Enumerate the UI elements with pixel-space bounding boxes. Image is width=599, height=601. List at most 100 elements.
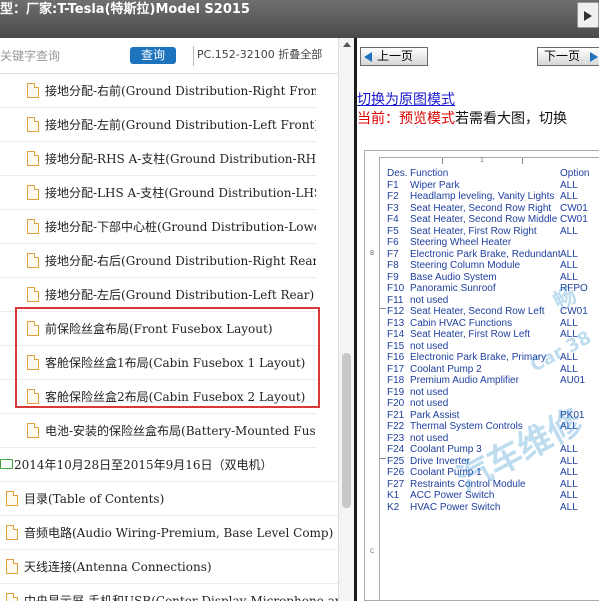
header-option: Option: [560, 168, 590, 179]
file-icon: [6, 593, 18, 601]
switch-original-mode-link[interactable]: 切换为原图模式: [357, 89, 455, 109]
fuse-des: K1: [387, 490, 400, 501]
pager: 上一页 下一页: [357, 47, 599, 67]
search-button[interactable]: 查询: [130, 47, 176, 64]
search-input[interactable]: [0, 46, 120, 66]
fuse-function: Premium Audio Amplifier: [410, 375, 519, 386]
fuse-option: CW01: [560, 202, 588, 214]
file-icon: [6, 525, 18, 540]
fuse-des: F4: [387, 214, 399, 225]
tree-item-label: 中央显示屏-手机和USB(Center Display-Microphone a…: [24, 594, 338, 601]
tree-item[interactable]: 接地分配-LHS A-支柱(Ground Distribution-LHS A): [0, 176, 316, 210]
tree-item[interactable]: 接地分配-右前(Ground Distribution-Right Front): [0, 74, 316, 108]
file-icon: [6, 559, 18, 574]
tree-item-label: 接地分配-RHS A-支柱(Ground Distribution-RHS A): [45, 152, 316, 166]
fuse-function: Seat Heater, Second Row Right: [410, 202, 552, 214]
tree-item[interactable]: 接地分配-RHS A-支柱(Ground Distribution-RHS A): [0, 142, 316, 176]
tree-item-label: 接地分配-右后(Ground Distribution-Right Rear): [45, 254, 316, 268]
file-icon: [6, 491, 18, 506]
collapse-all-link[interactable]: PC.152-32100 折叠全部: [197, 46, 322, 62]
tree-item[interactable]: 2014年10月28日至2015年9月16日（双电机）: [0, 448, 338, 482]
tree-item-label: 目录(Table of Contents): [24, 492, 165, 506]
fuse-row: F8 Steering Column Module ALL: [387, 260, 599, 272]
fuse-function: Seat Heater, First Row Left: [410, 329, 531, 340]
prev-page-label: 上一页: [377, 49, 414, 63]
fuse-des: F13: [387, 317, 405, 329]
file-icon: [27, 253, 39, 268]
scroll-thumb[interactable]: [342, 353, 351, 508]
row-tick: [380, 458, 386, 459]
fuse-option: CW01: [560, 214, 588, 225]
fuse-des: F10: [387, 283, 405, 294]
fuse-function: Base Audio System: [410, 271, 497, 283]
fuse-option: ALL: [560, 179, 578, 191]
search-divider: [193, 46, 194, 66]
mode-status-current: 当前：预览模式: [357, 111, 455, 127]
tree-item[interactable]: 接地分配-左前(Ground Distribution-Left Front): [0, 108, 316, 142]
column-number: 1: [480, 157, 484, 164]
arrow-right-icon: [590, 52, 598, 62]
fuse-row: F3 Seat Heater, Second Row Right CW01: [387, 203, 599, 215]
fuse-option: AU01: [560, 375, 586, 386]
fuse-row: F5 Seat Heater, First Row Right ALL: [387, 226, 599, 238]
fuse-function: Seat Heater, Second Row Left: [410, 306, 545, 317]
fuse-des: F1: [387, 179, 399, 191]
file-icon: [27, 117, 39, 132]
preview-panel: 上一页 下一页 切换为原图模式 当前：预览模式若需看大图，切换 1 B C De…: [357, 38, 599, 601]
tree-item[interactable]: 目录(Table of Contents): [0, 482, 338, 516]
fuse-option: ALL: [560, 455, 578, 467]
fuse-row: F6 Steering Wheel Heater: [387, 237, 599, 249]
prev-page-button[interactable]: 上一页: [360, 47, 428, 66]
fuse-function: not used: [410, 398, 449, 409]
fuse-row: F4 Seat Heater, Second Row Middle CW01: [387, 214, 599, 226]
fuse-des: F18: [387, 375, 405, 386]
row-tick: [380, 308, 386, 309]
diagram-frame: 1 B C Des. Function Option F1 Wiper Park A…: [370, 157, 599, 601]
scroll-up-arrow-icon[interactable]: [343, 42, 351, 47]
fuse-des: F6: [387, 237, 399, 248]
fuse-row: F2 Headlamp leveling, Vanity Lights ALL: [387, 191, 599, 203]
fuse-function: not used: [410, 294, 449, 306]
fuse-function: Electronic Park Brake, Redundant: [410, 248, 560, 260]
tree-item[interactable]: 接地分配-下部中心桩(Ground Distribution-Lower Ce: [0, 210, 316, 244]
fuse-des: F22: [387, 421, 405, 432]
collapse-panel-button[interactable]: [577, 2, 599, 28]
tree-item[interactable]: 天线连接(Antenna Connections): [0, 550, 338, 584]
column-tick: [522, 158, 523, 164]
fuse-row: F18 Premium Audio Amplifier AU01: [387, 375, 599, 387]
fuse-des: F8: [387, 260, 399, 271]
tree-item[interactable]: 中央显示屏-手机和USB(Center Display-Microphone a…: [0, 584, 338, 601]
fuse-row: F7 Electronic Park Brake, Redundant ALL: [387, 249, 599, 261]
fuse-function: Seat Heater, Second Row Middle: [410, 214, 558, 225]
tree-scrollbar[interactable]: [338, 38, 354, 601]
fuse-des: F7: [387, 248, 399, 260]
fuse-function: HVAC Power Switch: [410, 501, 501, 513]
tree-item-label: 接地分配-左后(Ground Distribution-Left Rear): [45, 288, 315, 302]
tree-item-label: 音频电路(Audio Wiring-Premium, Base Level Co…: [24, 526, 334, 540]
tree-item-label: 2014年10月28日至2015年9月16日（双电机）: [14, 458, 273, 472]
fuse-function: Panoramic Sunroof: [410, 283, 496, 294]
tree-item[interactable]: 音频电路(Audio Wiring-Premium, Base Level Co…: [0, 516, 338, 550]
title-bar: 型：厂家:T-Tesla(特斯拉)Model S2015: [0, 0, 599, 38]
fuse-des: F23: [387, 432, 405, 444]
fuse-function: Steering Wheel Heater: [410, 237, 512, 248]
fuse-des: F19: [387, 386, 405, 398]
mode-status: 当前：预览模式若需看大图，切换: [357, 108, 567, 128]
fuse-des: F20: [387, 398, 405, 409]
tree-item-label: 接地分配-下部中心桩(Ground Distribution-Lower Ce: [45, 220, 316, 234]
next-page-button[interactable]: 下一页: [537, 47, 599, 66]
tree-item[interactable]: 电池-安装的保险丝盒布局(Battery-Mounted Fusebox: [0, 414, 316, 448]
fuse-option: ALL: [560, 363, 578, 375]
row-marker-b: B: [370, 250, 375, 257]
highlight-box: [15, 307, 320, 408]
fuse-des: F25: [387, 455, 405, 467]
fuse-function: Cabin HVAC Functions: [410, 317, 513, 329]
tree-item[interactable]: 接地分配-右后(Ground Distribution-Right Rear): [0, 244, 316, 278]
fuse-row: F17 Coolant Pump 2 ALL: [387, 364, 599, 376]
fuse-des: F12: [387, 306, 405, 317]
fuse-option: ALL: [560, 467, 578, 478]
fuse-des: F9: [387, 271, 399, 283]
fuse-table-header: Des. Function Option: [387, 168, 599, 180]
tree-item-label: 接地分配-左前(Ground Distribution-Left Front): [45, 118, 316, 132]
fuse-des: F24: [387, 444, 405, 455]
